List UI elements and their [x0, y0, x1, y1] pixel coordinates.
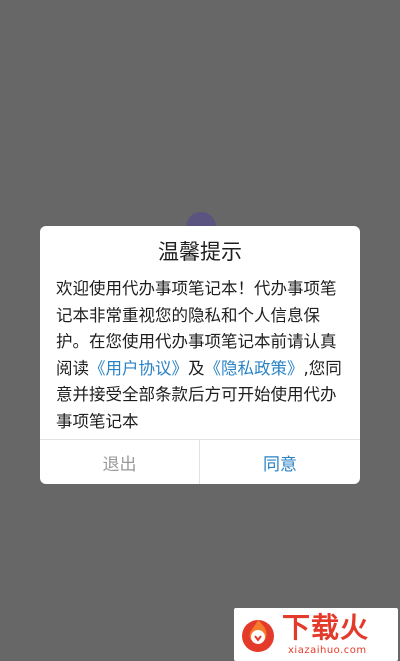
dialog-title: 温馨提示 [158, 240, 242, 264]
watermark-url: xiazaihuo.com [288, 645, 367, 656]
dialog-text-and: 及 [188, 358, 205, 378]
exit-button-label: 退出 [102, 454, 137, 475]
watermark: 下载火 xiazaihuo.com [234, 608, 398, 661]
watermark-brand: 下载火 [282, 611, 370, 644]
agree-button-label: 同意 [263, 454, 297, 475]
flame-icon [242, 620, 274, 652]
privacy-policy-link[interactable]: 《隐私政策》 [205, 359, 304, 378]
dialog-message: 欢迎使用代办事项笔记本！代办事项笔记本非常重视您的隐私和个人信息保护。在您使用代… [56, 276, 348, 436]
user-agreement-link[interactable]: 《用户协议》 [89, 359, 188, 378]
privacy-dialog: 温馨提示 欢迎使用代办事项笔记本！代办事项笔记本非常重视您的隐私和个人信息保护。… [40, 226, 360, 484]
exit-button[interactable]: 退出 [40, 440, 199, 484]
agree-button[interactable]: 同意 [200, 440, 360, 484]
